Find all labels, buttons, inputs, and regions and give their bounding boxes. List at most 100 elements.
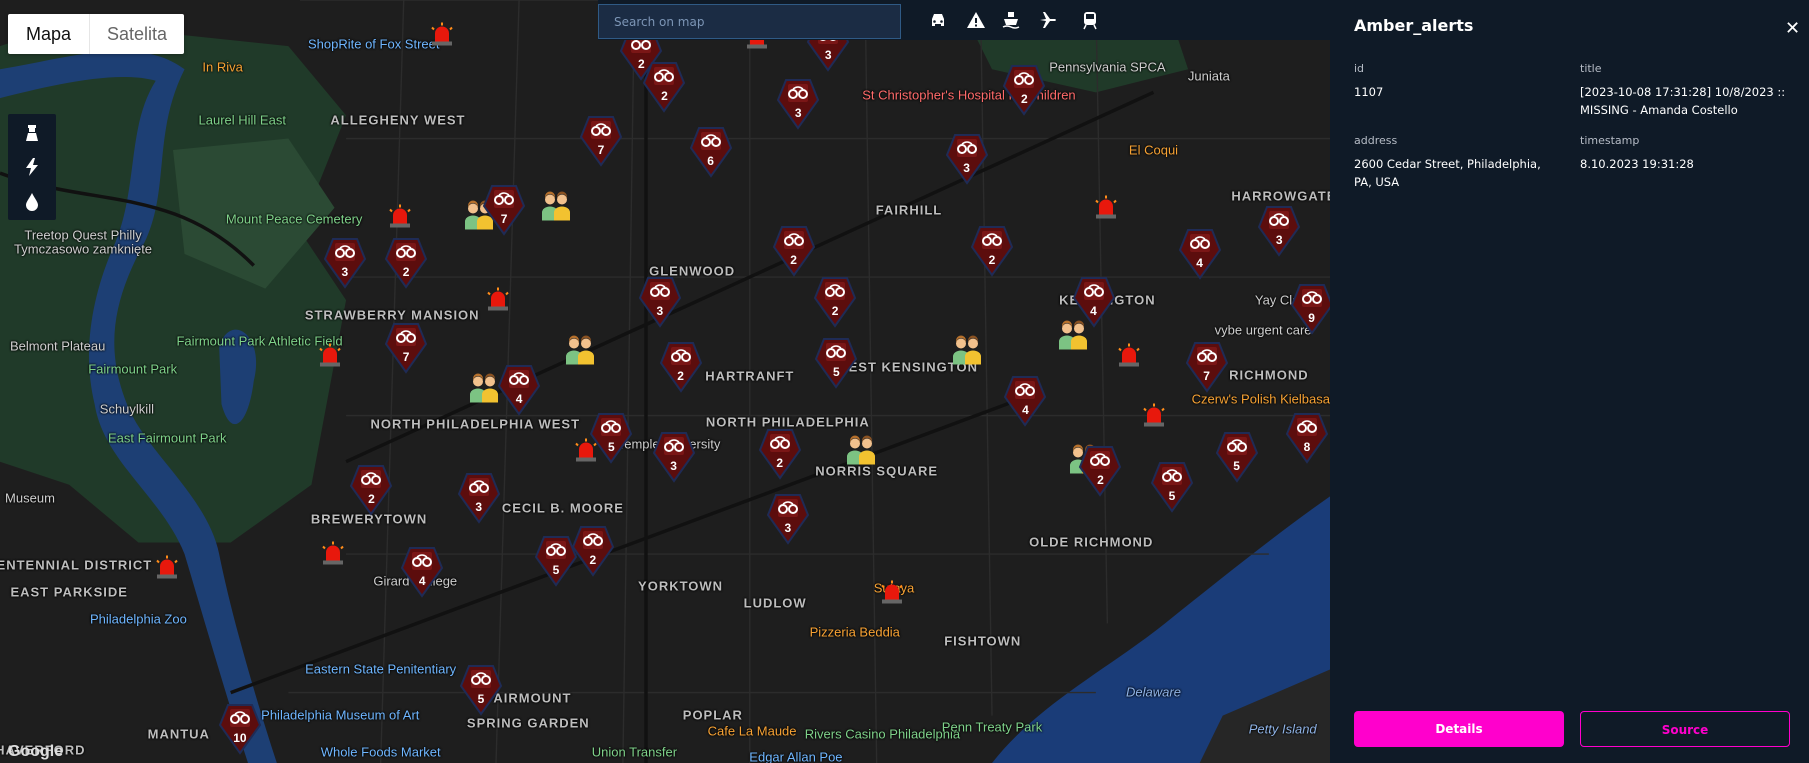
alert-marker[interactable]: 2 <box>384 237 428 289</box>
warning-icon[interactable] <box>966 10 988 30</box>
alert-marker[interactable]: 2 <box>659 341 703 393</box>
map-label: Belmont Plateau <box>9 338 106 354</box>
handcuffs-icon <box>659 341 702 393</box>
map-label: RICHMOND <box>1229 367 1309 383</box>
close-icon[interactable]: ✕ <box>1785 18 1800 39</box>
handcuffs-icon <box>1185 341 1228 393</box>
airplane-icon[interactable] <box>1038 10 1060 30</box>
siren-icon[interactable] <box>154 554 180 585</box>
alert-marker[interactable]: 3 <box>766 493 810 545</box>
siren-icon[interactable] <box>429 21 455 52</box>
map-type-mapa[interactable]: Mapa <box>8 14 91 54</box>
source-button[interactable]: Source <box>1580 711 1790 747</box>
handcuffs-icon <box>766 494 809 545</box>
details-button[interactable]: Details <box>1354 711 1564 747</box>
alert-marker[interactable]: 2 <box>772 225 816 278</box>
alert-marker[interactable]: 7 <box>384 322 428 375</box>
lightning-icon[interactable] <box>8 149 56 184</box>
alert-marker[interactable]: 2 <box>1078 445 1122 497</box>
field-value: 8.10.2023 19:31:28 <box>1580 157 1694 171</box>
handcuffs-icon <box>482 184 526 236</box>
siren-icon[interactable] <box>1093 194 1119 225</box>
alert-marker[interactable]: 5 <box>814 337 858 390</box>
field-value: [2023-10-08 17:31:28] 10/8/2023 :: MISSI… <box>1580 85 1786 117</box>
siren-icon[interactable] <box>879 580 905 611</box>
map-label: Pennsylvania SPCA <box>1049 59 1166 75</box>
map-label: HARROWGATE <box>1231 188 1330 204</box>
alert-marker[interactable]: 2 <box>758 428 802 481</box>
alert-marker[interactable]: 3 <box>638 276 682 328</box>
siren-icon[interactable] <box>387 204 413 235</box>
marker-count: 3 <box>824 48 832 63</box>
marker-count: 3 <box>475 500 483 515</box>
alert-marker[interactable]: 5 <box>1150 461 1194 513</box>
handcuffs-icon <box>1215 431 1258 483</box>
handcuffs-icon <box>945 134 988 185</box>
alert-marker[interactable]: 4 <box>1072 276 1116 328</box>
marker-count: 3 <box>963 161 970 176</box>
map-type-control: Mapa Satelita <box>8 14 185 54</box>
alert-marker[interactable]: 3 <box>945 133 989 185</box>
missing-people-icon[interactable] <box>845 435 877 470</box>
map-label: ShopRite of Fox Street <box>307 36 440 52</box>
alert-marker[interactable]: 4 <box>1178 228 1222 280</box>
alert-marker[interactable]: 10 <box>218 703 262 755</box>
alert-marker[interactable]: 7 <box>482 184 526 236</box>
siren-icon[interactable] <box>320 540 346 571</box>
map-label: Cafe La Maude <box>707 723 797 739</box>
alert-marker[interactable]: 2 <box>813 276 857 328</box>
alert-marker[interactable]: 4 <box>497 364 541 416</box>
alert-marker[interactable]: 8 <box>1285 412 1329 465</box>
alert-marker[interactable]: 2 <box>571 525 615 578</box>
alert-marker[interactable]: 2 <box>1002 64 1046 116</box>
alert-marker[interactable]: 3 <box>457 472 501 525</box>
map-label: Museum <box>5 490 55 506</box>
train-icon[interactable] <box>1080 10 1102 30</box>
alert-marker[interactable]: 4 <box>400 546 444 598</box>
siren-icon[interactable] <box>317 342 343 373</box>
siren-icon[interactable] <box>1116 342 1142 373</box>
handcuffs-icon <box>323 238 367 289</box>
handcuffs-icon <box>579 115 623 167</box>
map[interactable]: ShopRite of Fox Street In Riva Laurel Hill… <box>0 0 1330 763</box>
handcuffs-icon <box>350 465 393 516</box>
missing-people-icon[interactable] <box>564 334 596 369</box>
alert-marker[interactable]: 5 <box>1215 431 1259 483</box>
water-drop-icon[interactable] <box>8 184 56 219</box>
alert-marker[interactable]: 4 <box>1003 375 1047 428</box>
alert-marker[interactable]: 9 <box>1290 283 1330 335</box>
handcuffs-icon <box>772 226 815 278</box>
handcuffs-icon <box>1285 413 1329 465</box>
alert-marker[interactable]: 5 <box>589 412 633 465</box>
police-icon[interactable] <box>8 114 56 149</box>
marker-count: 3 <box>670 458 677 473</box>
missing-people-icon[interactable] <box>468 372 500 407</box>
marker-count: 2 <box>402 265 410 279</box>
map-label: FISHTOWN <box>944 633 1022 649</box>
alert-marker[interactable]: 7 <box>579 115 623 167</box>
siren-icon[interactable] <box>485 287 511 318</box>
map-label: FAIRHILL <box>875 202 943 218</box>
map-label: Juniata <box>1187 68 1230 84</box>
alert-marker[interactable]: 3 <box>652 431 696 483</box>
car-icon[interactable] <box>928 10 950 30</box>
search-input[interactable] <box>598 4 901 39</box>
alert-marker[interactable]: 7 <box>1185 341 1229 393</box>
marker-count: 4 <box>1196 255 1203 270</box>
alert-marker[interactable]: 3 <box>1257 205 1301 257</box>
alert-marker[interactable]: 2 <box>642 61 686 113</box>
alert-marker[interactable]: 3 <box>776 78 820 130</box>
alert-marker[interactable]: 3 <box>323 237 367 289</box>
marker-count: 4 <box>418 574 426 589</box>
handcuffs-icon <box>1004 376 1047 428</box>
siren-icon[interactable] <box>1141 402 1167 433</box>
handcuffs-icon <box>384 238 428 289</box>
alert-marker[interactable]: 2 <box>349 464 393 516</box>
alert-marker[interactable]: 2 <box>970 225 1014 278</box>
map-type-satelita[interactable]: Satelita <box>90 14 184 54</box>
missing-people-icon[interactable] <box>951 334 983 369</box>
alert-marker[interactable]: 5 <box>459 664 503 716</box>
missing-people-icon[interactable] <box>540 190 572 225</box>
ship-icon[interactable] <box>1001 10 1023 30</box>
alert-marker[interactable]: 6 <box>689 126 733 178</box>
